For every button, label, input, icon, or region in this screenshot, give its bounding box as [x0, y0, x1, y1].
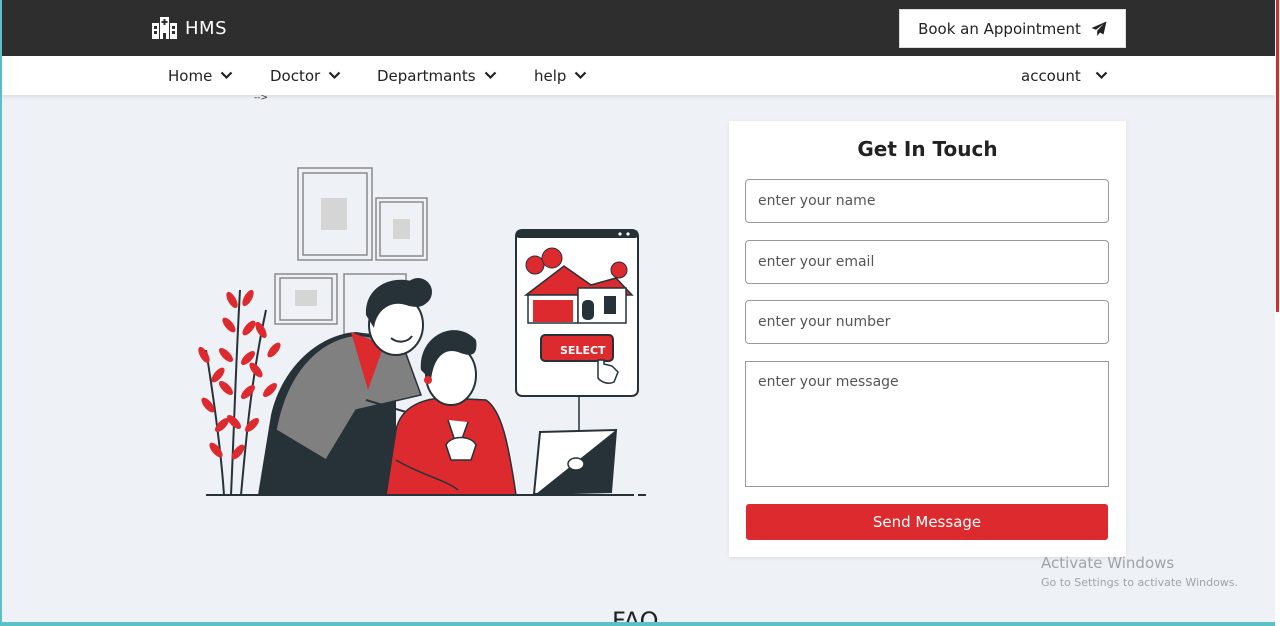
- nav-item-departments[interactable]: Departmants: [377, 56, 497, 95]
- contact-card: Get In Touch Send Message: [729, 121, 1126, 557]
- nav-item-label: Doctor: [270, 66, 321, 85]
- laptop: [532, 428, 618, 496]
- main-nav: Home Doctor Departmants help account: [2, 56, 1275, 95]
- message-textarea[interactable]: [745, 361, 1109, 487]
- number-input[interactable]: [745, 300, 1109, 344]
- nav-item-label: Departmants: [377, 66, 476, 85]
- book-appointment-label: Book an Appointment: [918, 19, 1081, 38]
- house-listing-screen: SELECT: [515, 229, 639, 430]
- paper-plane-icon: [1091, 21, 1107, 36]
- email-input[interactable]: [745, 240, 1109, 284]
- couple-house-illustration: SELECT: [198, 167, 646, 496]
- name-input[interactable]: [745, 179, 1109, 223]
- chevron-down-icon: [1095, 71, 1108, 80]
- chevron-down-icon: [484, 71, 496, 80]
- nav-item-home[interactable]: Home: [168, 56, 233, 95]
- nav-item-account[interactable]: account: [1021, 56, 1108, 95]
- nav-item-label: Home: [168, 66, 213, 85]
- faq-heading: FAQ: [612, 607, 659, 622]
- chevron-down-icon: [575, 71, 587, 80]
- nav-item-help[interactable]: help: [534, 56, 587, 95]
- hospital-icon: [152, 17, 177, 39]
- stray-comment-text: -->: [254, 93, 269, 103]
- book-appointment-button[interactable]: Book an Appointment: [899, 9, 1126, 48]
- watermark-title: Activate Windows: [1041, 554, 1175, 572]
- brand-name: HMS: [185, 17, 227, 39]
- nav-item-label: help: [534, 66, 567, 85]
- windows-activation-watermark: Activate Windows Go to Settings to activ…: [1041, 554, 1238, 589]
- nav-item-doctor[interactable]: Doctor: [270, 56, 341, 95]
- scrollbar-thumb[interactable]: [1276, 0, 1279, 312]
- select-label: SELECT: [560, 344, 606, 357]
- contact-title: Get In Touch: [857, 137, 998, 161]
- chevron-down-icon: [328, 71, 341, 80]
- top-bar: HMS Book an Appointment: [2, 0, 1275, 56]
- chevron-down-icon: [221, 71, 233, 80]
- nav-item-label: account: [1021, 66, 1081, 85]
- send-message-button[interactable]: Send Message: [746, 504, 1108, 540]
- watermark-subtitle: Go to Settings to activate Windows.: [1041, 576, 1239, 589]
- scrollbar-track[interactable]: [1275, 0, 1280, 626]
- brand-logo[interactable]: HMS: [152, 16, 227, 40]
